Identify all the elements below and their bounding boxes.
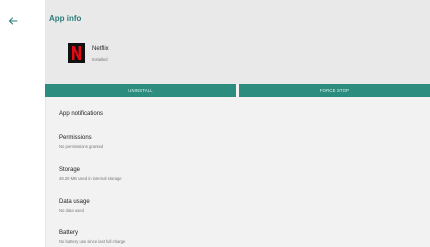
page-title: App info xyxy=(49,14,82,23)
setting-item-data-usage[interactable]: Data usage No data used xyxy=(59,199,90,213)
app-header: App info Netflix Installed xyxy=(45,0,430,84)
back-button[interactable] xyxy=(5,14,21,28)
setting-title: Permissions xyxy=(59,135,92,141)
force-stop-button[interactable]: FORCE STOP xyxy=(239,84,430,97)
setting-title: Battery xyxy=(59,230,79,236)
app-install-status: Installed xyxy=(92,57,108,62)
setting-subtitle: No permissions granted xyxy=(59,144,104,149)
netflix-logo-icon xyxy=(68,43,85,63)
setting-title: App notifications xyxy=(59,111,104,117)
setting-title: Storage xyxy=(59,167,81,173)
setting-subtitle: 48.20 MB used in internal storage xyxy=(59,176,122,181)
uninstall-button[interactable]: UNINSTALL xyxy=(45,84,236,97)
setting-title: Data usage xyxy=(59,199,90,205)
back-arrow-icon xyxy=(8,17,18,25)
setting-subtitle: No data used xyxy=(59,208,84,213)
setting-item-app-notifications[interactable]: App notifications xyxy=(59,111,103,117)
setting-item-storage[interactable]: Storage 48.20 MB used in internal storag… xyxy=(59,167,122,181)
setting-subtitle: No battery use since last full charge xyxy=(59,239,126,244)
setting-item-battery[interactable]: Battery No battery use since last full c… xyxy=(59,230,125,244)
setting-item-permissions[interactable]: Permissions No permissions granted xyxy=(59,135,103,149)
left-rail xyxy=(0,0,46,247)
app-name: Netflix xyxy=(92,46,109,52)
